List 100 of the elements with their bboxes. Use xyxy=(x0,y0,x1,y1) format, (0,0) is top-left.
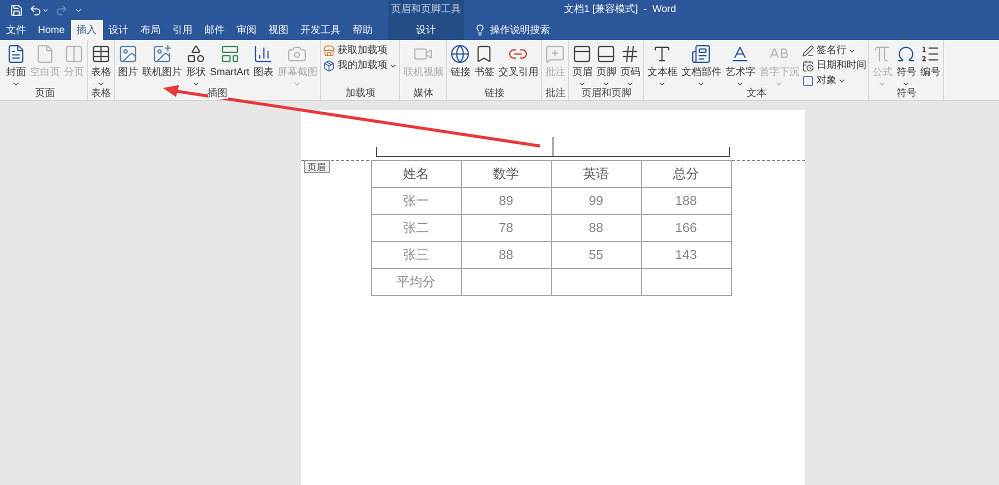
footer-icon xyxy=(596,44,616,64)
caret-icon xyxy=(878,80,886,88)
lightbulb-icon xyxy=(474,24,486,36)
ribbon-button[interactable]: 图表 xyxy=(251,42,276,88)
save-icon xyxy=(10,4,23,16)
search-field[interactable]: 操作说明搜索 xyxy=(474,20,550,40)
smartart-icon xyxy=(220,44,240,64)
table-header-cell: 姓名 xyxy=(371,160,461,188)
window-title: 文档1 [兼容模式] - Word xyxy=(564,2,676,17)
cover-page-icon xyxy=(6,44,26,64)
ribbon-button[interactable]: SmartArt xyxy=(208,42,252,88)
globe-icon xyxy=(450,44,470,64)
quick-access-button[interactable] xyxy=(29,4,49,16)
ribbon-tab[interactable]: 引用 xyxy=(166,20,199,40)
ribbon-tab[interactable]: 审阅 xyxy=(230,20,263,40)
numbering-icon xyxy=(920,44,940,64)
blank-page-icon xyxy=(35,44,55,64)
ribbon-button[interactable]: 对象 xyxy=(801,73,868,88)
pi-icon xyxy=(872,44,892,64)
group-label: 加载项 xyxy=(345,88,376,99)
ribbon-button[interactable]: 文本框 xyxy=(645,42,680,88)
package-icon xyxy=(323,60,336,72)
ribbon-tab[interactable]: 开发工具 xyxy=(294,20,347,40)
store-icon xyxy=(323,44,336,56)
ribbon-tab[interactable]: 设计 xyxy=(388,20,464,40)
table-cell: 55 xyxy=(551,242,641,268)
table-icon xyxy=(91,44,111,64)
caret-icon xyxy=(12,80,20,88)
caret-icon xyxy=(658,80,666,88)
comment-icon xyxy=(545,44,566,64)
group-label: 媒体 xyxy=(413,88,434,99)
table-header-cell: 总分 xyxy=(641,160,731,188)
ribbon-button[interactable]: 表格 xyxy=(89,42,113,88)
ribbon-button[interactable]: 联机图片 xyxy=(140,42,184,88)
ribbon-button[interactable]: 我的加载项 xyxy=(322,58,398,73)
table-cell: 88 xyxy=(461,242,551,268)
group-label: 页面 xyxy=(35,88,55,99)
table-cell: 张二 xyxy=(371,214,461,242)
group-label: 文本 xyxy=(746,88,766,99)
group-label: 链接 xyxy=(484,88,504,99)
ribbon-button[interactable]: 图片 xyxy=(116,42,140,88)
ribbon-button[interactable]: 封面 xyxy=(4,42,28,88)
quick-access-button[interactable] xyxy=(10,4,23,16)
ribbon-tab[interactable]: 插入 xyxy=(70,20,103,40)
ribbon-button[interactable]: 页脚 xyxy=(594,42,618,88)
table-cell: 188 xyxy=(641,188,731,214)
ribbon-button[interactable]: 文档部件 xyxy=(679,42,724,88)
ribbon-tab[interactable]: Home xyxy=(32,20,71,40)
camera-icon xyxy=(287,44,308,64)
table-cell: 88 xyxy=(551,214,641,242)
ribbon-button[interactable]: 页码 xyxy=(618,42,642,88)
picture-icon xyxy=(118,44,138,64)
ribbon-tab[interactable]: 邮件 xyxy=(198,20,231,40)
table-header-cell: 英语 xyxy=(551,160,641,188)
text-box-icon xyxy=(652,44,672,64)
ribbon-tab[interactable]: 视图 xyxy=(262,20,295,40)
ribbon-tab[interactable]: 设计 xyxy=(102,20,135,40)
ribbon-button[interactable]: 日期和时间 xyxy=(801,58,868,73)
ribbon-button[interactable]: 链接 xyxy=(448,42,472,88)
chart-icon xyxy=(253,44,274,64)
table-cell: 78 xyxy=(461,214,551,242)
table-cell: 143 xyxy=(641,242,731,268)
caret-icon xyxy=(736,80,744,88)
ribbon-tab[interactable]: 文件 xyxy=(0,20,32,40)
redo-icon xyxy=(55,4,68,16)
ribbon-button[interactable]: 页眉 xyxy=(570,42,594,88)
group-label: 表格 xyxy=(91,88,111,99)
group-label: 符号 xyxy=(896,88,916,99)
table-cell: 张一 xyxy=(371,188,461,214)
table-cell: 平均分 xyxy=(371,268,461,296)
ribbon-button[interactable]: 书签 xyxy=(472,42,496,88)
ribbon-tab[interactable]: 帮助 xyxy=(346,20,379,40)
group-label: 批注 xyxy=(545,88,566,99)
online-picture-icon xyxy=(152,44,172,64)
table-cell: 166 xyxy=(641,214,731,242)
ribbon-button[interactable]: 编号 xyxy=(918,42,942,88)
ribbon-button[interactable]: 形状 xyxy=(184,42,208,88)
omega-icon xyxy=(896,44,916,64)
ribbon-button[interactable]: 签名行 xyxy=(801,43,868,58)
group-label: 插图 xyxy=(208,88,228,99)
ribbon-button[interactable]: 艺术字 xyxy=(723,42,758,88)
ribbon-button[interactable]: 获取加载项 xyxy=(322,43,398,58)
shapes-icon xyxy=(186,44,206,64)
caret-icon xyxy=(902,80,910,88)
signature-icon xyxy=(802,44,814,56)
table-cell: 89 xyxy=(461,188,551,214)
undo-icon xyxy=(29,4,42,16)
date-time-icon xyxy=(802,60,814,72)
caret-icon xyxy=(42,6,49,14)
caret-icon xyxy=(192,80,200,88)
ribbon-button[interactable]: 符号 xyxy=(894,42,918,88)
caret-icon xyxy=(775,80,784,88)
caret-icon xyxy=(578,80,586,88)
caret-icon xyxy=(97,80,105,88)
caret-icon xyxy=(626,80,634,88)
table-header-cell: 数学 xyxy=(461,160,551,188)
word-art-icon xyxy=(730,44,750,64)
ribbon-tab[interactable]: 布局 xyxy=(134,20,167,40)
caret-icon xyxy=(697,80,706,88)
ribbon-button[interactable]: 交叉引用 xyxy=(496,42,540,88)
